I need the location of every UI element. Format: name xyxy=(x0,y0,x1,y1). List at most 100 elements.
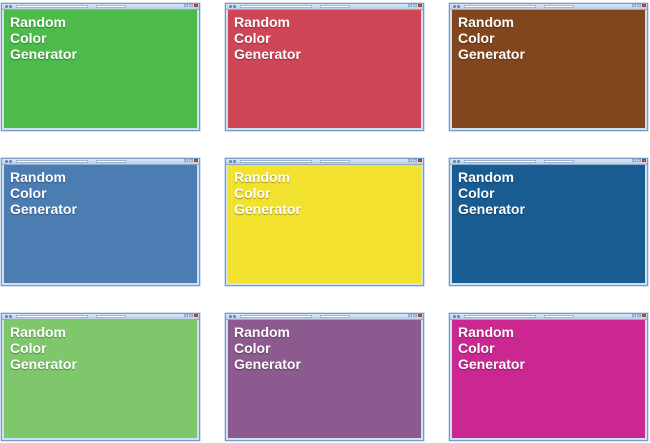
close-icon[interactable] xyxy=(194,314,198,317)
page-title: Random Color Generator xyxy=(234,324,301,372)
close-icon[interactable] xyxy=(642,159,646,162)
browser-window: Random Color Generator xyxy=(225,3,424,131)
minimize-icon[interactable] xyxy=(632,314,636,317)
maximize-icon[interactable] xyxy=(189,4,193,7)
nav-buttons xyxy=(453,5,462,8)
title-line: Color xyxy=(458,30,495,46)
nav-buttons xyxy=(453,315,462,318)
title-line: Random xyxy=(458,14,514,30)
nav-buttons xyxy=(5,5,14,8)
minimize-icon[interactable] xyxy=(408,314,412,317)
title-line: Color xyxy=(10,340,47,356)
browser-tab[interactable] xyxy=(320,160,350,163)
page-content: Random Color Generator xyxy=(4,165,197,283)
forward-icon[interactable] xyxy=(457,5,460,8)
page-content: Random Color Generator xyxy=(4,10,197,128)
browser-tab[interactable] xyxy=(544,5,574,8)
page-content: Random Color Generator xyxy=(228,165,421,283)
maximize-icon[interactable] xyxy=(637,4,641,7)
back-icon[interactable] xyxy=(229,5,232,8)
close-icon[interactable] xyxy=(418,314,422,317)
browser-tab[interactable] xyxy=(96,160,126,163)
address-bar[interactable] xyxy=(464,315,536,318)
back-icon[interactable] xyxy=(5,160,8,163)
address-bar[interactable] xyxy=(240,5,312,8)
back-icon[interactable] xyxy=(229,315,232,318)
page-title: Random Color Generator xyxy=(458,324,525,372)
nav-buttons xyxy=(5,160,14,163)
minimize-icon[interactable] xyxy=(408,4,412,7)
minimize-icon[interactable] xyxy=(632,159,636,162)
forward-icon[interactable] xyxy=(233,160,236,163)
page-title: Random Color Generator xyxy=(10,169,77,217)
title-line: Random xyxy=(234,169,290,185)
minimize-icon[interactable] xyxy=(184,159,188,162)
title-line: Color xyxy=(10,185,47,201)
page-title: Random Color Generator xyxy=(234,14,301,62)
maximize-icon[interactable] xyxy=(637,159,641,162)
browser-tab[interactable] xyxy=(96,5,126,8)
address-bar[interactable] xyxy=(464,5,536,8)
browser-tab[interactable] xyxy=(320,315,350,318)
maximize-icon[interactable] xyxy=(637,314,641,317)
address-bar[interactable] xyxy=(464,160,536,163)
page-content: Random Color Generator xyxy=(4,320,197,438)
back-icon[interactable] xyxy=(453,160,456,163)
page-title: Random Color Generator xyxy=(234,169,301,217)
title-line: Generator xyxy=(458,46,525,62)
browser-window: Random Color Generator xyxy=(449,313,648,441)
forward-icon[interactable] xyxy=(9,315,12,318)
back-icon[interactable] xyxy=(453,315,456,318)
close-icon[interactable] xyxy=(642,4,646,7)
address-bar[interactable] xyxy=(240,315,312,318)
address-bar[interactable] xyxy=(240,160,312,163)
forward-icon[interactable] xyxy=(9,160,12,163)
page-title: Random Color Generator xyxy=(458,169,525,217)
title-line: Random xyxy=(10,14,66,30)
title-line: Generator xyxy=(10,356,77,372)
title-line: Random xyxy=(10,324,66,340)
forward-icon[interactable] xyxy=(457,315,460,318)
page-content: Random Color Generator xyxy=(452,165,645,283)
address-bar[interactable] xyxy=(16,160,88,163)
forward-icon[interactable] xyxy=(233,5,236,8)
maximize-icon[interactable] xyxy=(413,314,417,317)
forward-icon[interactable] xyxy=(9,5,12,8)
browser-tab[interactable] xyxy=(544,160,574,163)
maximize-icon[interactable] xyxy=(189,159,193,162)
title-line: Color xyxy=(234,340,271,356)
page-content: Random Color Generator xyxy=(228,320,421,438)
close-icon[interactable] xyxy=(642,314,646,317)
back-icon[interactable] xyxy=(5,5,8,8)
title-line: Generator xyxy=(234,356,301,372)
address-bar[interactable] xyxy=(16,315,88,318)
browser-tab[interactable] xyxy=(544,315,574,318)
close-icon[interactable] xyxy=(194,159,198,162)
browser-tab[interactable] xyxy=(96,315,126,318)
nav-buttons xyxy=(229,5,238,8)
minimize-icon[interactable] xyxy=(184,4,188,7)
browser-tab[interactable] xyxy=(320,5,350,8)
back-icon[interactable] xyxy=(453,5,456,8)
browser-window: Random Color Generator xyxy=(225,158,424,286)
close-icon[interactable] xyxy=(418,4,422,7)
title-line: Generator xyxy=(234,201,301,217)
back-icon[interactable] xyxy=(229,160,232,163)
browser-window: Random Color Generator xyxy=(449,158,648,286)
minimize-icon[interactable] xyxy=(632,4,636,7)
minimize-icon[interactable] xyxy=(408,159,412,162)
maximize-icon[interactable] xyxy=(413,4,417,7)
title-line: Color xyxy=(234,30,271,46)
back-icon[interactable] xyxy=(5,315,8,318)
forward-icon[interactable] xyxy=(233,315,236,318)
maximize-icon[interactable] xyxy=(413,159,417,162)
browser-window: Random Color Generator xyxy=(225,313,424,441)
close-icon[interactable] xyxy=(418,159,422,162)
address-bar[interactable] xyxy=(16,5,88,8)
minimize-icon[interactable] xyxy=(184,314,188,317)
nav-buttons xyxy=(229,315,238,318)
close-icon[interactable] xyxy=(194,4,198,7)
title-line: Random xyxy=(10,169,66,185)
forward-icon[interactable] xyxy=(457,160,460,163)
maximize-icon[interactable] xyxy=(189,314,193,317)
